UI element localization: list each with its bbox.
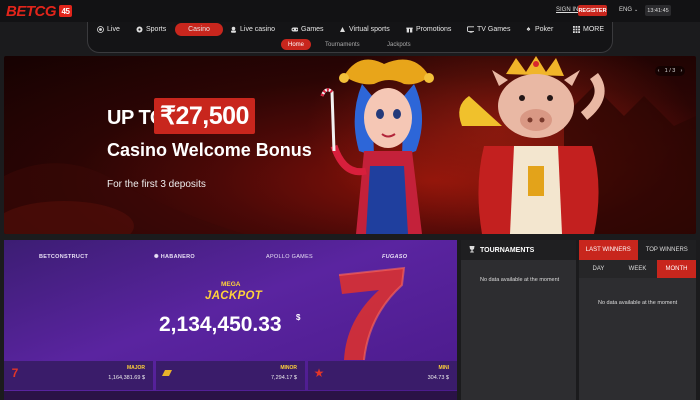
nav-item-promotions[interactable]: Promotions — [406, 23, 451, 36]
chevron-right-icon[interactable]: › — [681, 68, 683, 74]
virtual-sports-icon — [339, 26, 346, 33]
nav-item-virtual-sports[interactable]: Virtual sports — [339, 23, 390, 36]
spade-icon: ♠ — [526, 26, 531, 33]
brand-logo[interactable]: BETCG 45 — [6, 2, 72, 20]
sign-in-link[interactable]: SIGN IN — [556, 7, 578, 13]
jackpot-mega-label: MEGA — [221, 281, 241, 288]
provider-apollo-games[interactable]: APOLLO GAMES — [266, 254, 313, 260]
tv-icon — [467, 26, 474, 33]
nav-item-live[interactable]: Live — [97, 23, 120, 36]
winners-tabs: LAST WINNERS TOP WINNERS — [579, 240, 696, 260]
gamepad-icon — [291, 26, 298, 33]
gold-bar-icon — [161, 366, 173, 380]
register-button[interactable]: REGISTER — [578, 5, 607, 16]
jackpot-currency: $ — [296, 313, 301, 322]
nav-item-label: Poker — [535, 26, 554, 33]
lucky-seven-illustration — [338, 266, 406, 361]
nav-item-casino[interactable]: Casino — [175, 23, 223, 36]
period-day[interactable]: DAY — [579, 260, 618, 278]
subnav-home[interactable]: Home — [281, 39, 312, 50]
habanero-icon: ✺ — [154, 254, 159, 260]
pig-king-character-illustration — [459, 56, 605, 234]
tab-top-winners[interactable]: TOP WINNERS — [637, 240, 696, 260]
chevron-left-icon[interactable]: ‹ — [658, 68, 660, 74]
clock: 13:41:45 — [645, 5, 671, 16]
jackpot-tier-major[interactable]: 7 MAJOR 1,164,381.69 $ — [4, 361, 153, 390]
provider-label: HABANERO — [160, 254, 195, 260]
nav-item-label: Casino — [188, 26, 210, 33]
nav-item-label: Live casino — [240, 26, 276, 33]
banner-page-count: 1 / 3 — [664, 68, 676, 74]
live-casino-icon — [230, 26, 237, 33]
live-dot-icon — [97, 26, 104, 33]
tournaments-title: TOURNAMENTS — [480, 246, 535, 254]
jackpot-title: JACKPOT — [205, 290, 263, 302]
main-nav: Live Sports Casino Live casino Games Vir… — [87, 22, 613, 53]
seven-icon: 7 — [11, 366, 19, 380]
nav-item-poker[interactable]: ♠ Poker — [525, 23, 554, 36]
language-select[interactable]: ENG ⌄ — [619, 7, 638, 13]
jackpot-footer-bar — [4, 391, 457, 400]
period-week[interactable]: WEEK — [618, 260, 657, 278]
winners-panel: LAST WINNERS TOP WINNERS DAY WEEK MONTH … — [579, 240, 696, 400]
tier-name: MAJOR — [126, 365, 145, 371]
star-icon: ★ — [313, 366, 325, 380]
period-month[interactable]: MONTH — [657, 260, 696, 278]
jackpot-tier-mini[interactable]: ★ MINI 304.73 $ — [308, 361, 457, 390]
tier-name: MINI — [438, 365, 449, 371]
winners-period-tabs: DAY WEEK MONTH — [579, 260, 696, 278]
ball-icon — [136, 26, 143, 33]
nav-item-label: MORE — [583, 26, 604, 33]
tier-value: 1,164,381.69 $ — [108, 375, 145, 381]
tournaments-header: TOURNAMENTS — [461, 240, 576, 260]
nav-item-sports[interactable]: Sports — [136, 23, 166, 36]
language-label: ENG — [619, 7, 633, 13]
top-bar: BETCG 45 SIGN IN REGISTER ENG ⌄ 13:41:45 — [0, 0, 700, 22]
nav-item-live-casino[interactable]: Live casino — [230, 23, 275, 36]
gift-icon — [406, 26, 413, 33]
tournaments-empty-message: No data available at the moment — [480, 277, 560, 283]
nav-item-games[interactable]: Games — [291, 23, 324, 36]
nav-item-label: Promotions — [416, 26, 452, 33]
jackpot-tier-minor[interactable]: MINOR 7,294.17 $ — [156, 361, 305, 390]
provider-betconstruct[interactable]: BETCONSTRUCT — [39, 254, 88, 260]
banner-bonus-amount: ₹27,500 — [154, 98, 255, 134]
jester-character-illustration — [320, 59, 434, 234]
provider-habanero[interactable]: ✺ HABANERO — [154, 254, 195, 260]
winners-empty-message: No data available at the moment — [598, 300, 678, 306]
subnav-jackpots[interactable]: Jackpots — [387, 39, 411, 50]
banner-subtitle: For the first 3 deposits — [107, 179, 206, 190]
brand-name: BETCG — [6, 2, 57, 20]
tier-name: MINOR — [280, 365, 297, 371]
trophy-icon — [468, 245, 476, 255]
jackpot-tiers: 7 MAJOR 1,164,381.69 $ MINOR 7,294.17 $ … — [4, 361, 457, 390]
chevron-down-icon: ⌄ — [634, 7, 639, 13]
nav-item-label: Virtual sports — [349, 26, 390, 33]
banner-pager[interactable]: ‹ 1 / 3 › — [655, 66, 685, 76]
nav-item-label: Sports — [146, 26, 167, 33]
tier-value: 7,294.17 $ — [271, 375, 297, 381]
brand-badge: 45 — [59, 5, 72, 17]
tier-value: 304.73 $ — [427, 375, 449, 381]
banner-title: Casino Welcome Bonus — [107, 140, 312, 160]
grid-icon — [573, 26, 580, 33]
subnav-tournaments[interactable]: Tournaments — [325, 39, 360, 50]
nav-item-label: Live — [107, 26, 120, 33]
tournaments-panel: TOURNAMENTS No data available at the mom… — [461, 240, 576, 400]
nav-item-label: Games — [301, 26, 324, 33]
nav-item-tv-games[interactable]: TV Games — [467, 23, 510, 36]
tab-last-winners[interactable]: LAST WINNERS — [579, 240, 638, 260]
jackpot-amount: 2,134,450.33 — [159, 313, 282, 336]
nav-item-more[interactable]: MORE — [573, 23, 604, 36]
nav-item-label: TV Games — [477, 26, 511, 33]
